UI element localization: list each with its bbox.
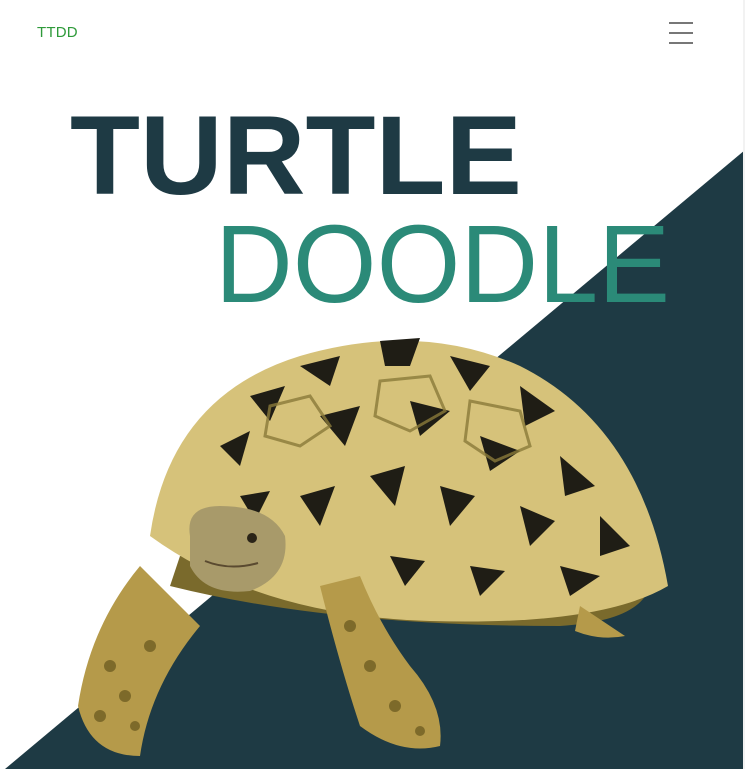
hamburger-menu-icon [669,22,693,44]
hero-section: TURTLE DOODLE [0,66,745,769]
menu-toggle-button[interactable] [660,16,702,50]
navbar: TTDD [0,0,745,66]
navbar-brand[interactable]: TTDD [37,24,78,41]
logo-turtle: TURTLE [70,93,522,218]
logo-doodle: DOODLE [215,203,670,326]
hero-logo: TURTLE DOODLE [70,93,670,326]
